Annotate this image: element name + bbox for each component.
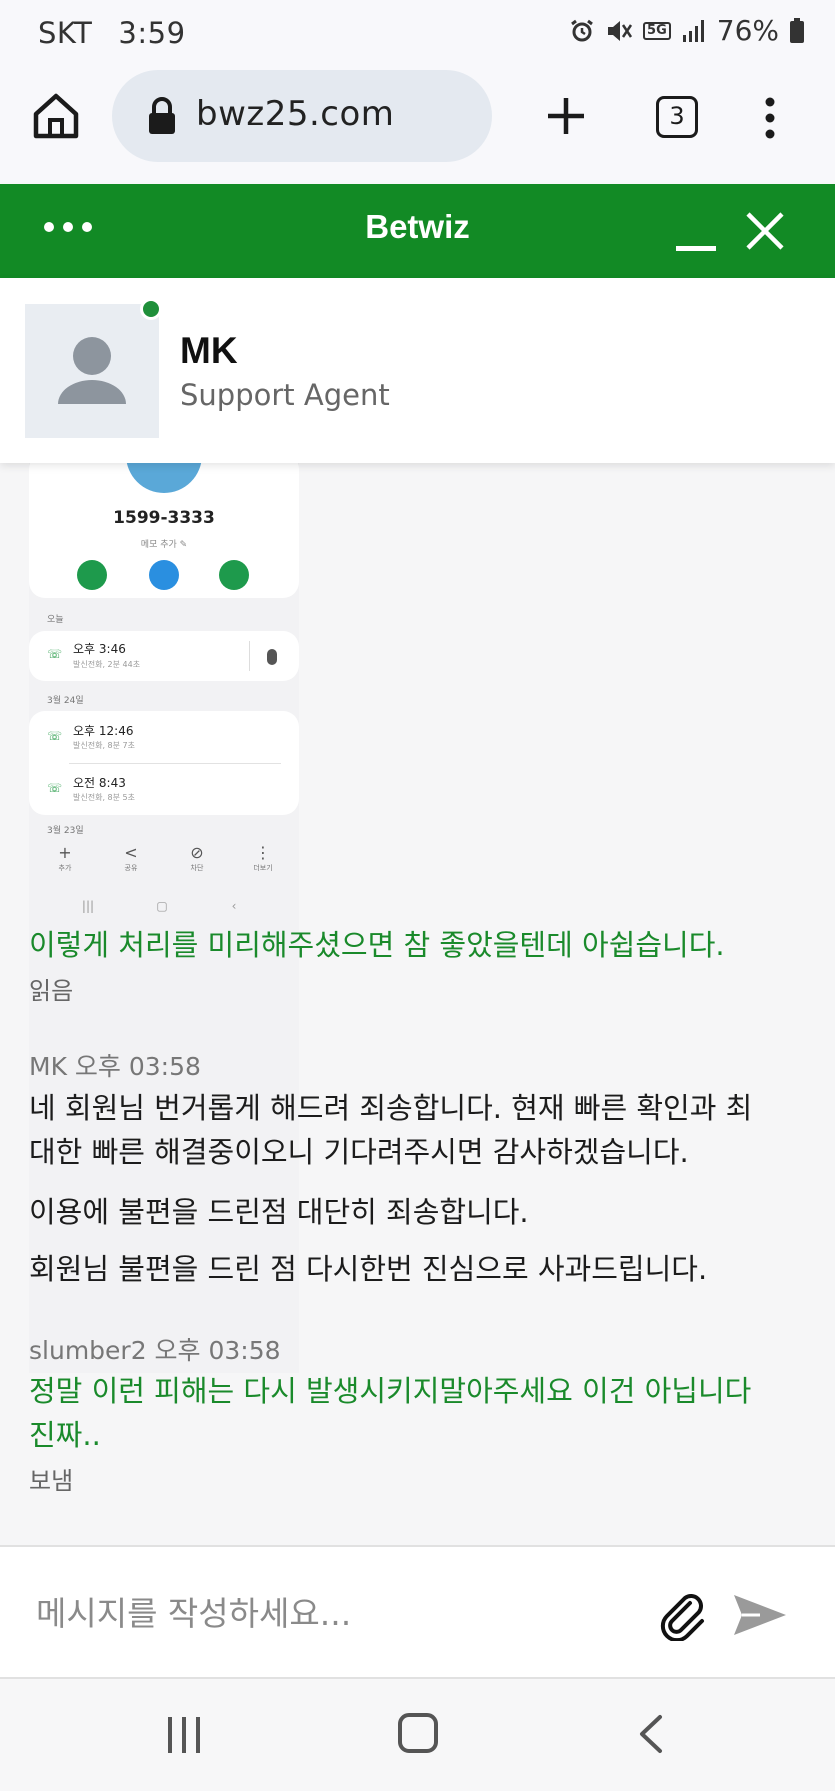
- add-label: 추가: [58, 864, 72, 872]
- home-icon[interactable]: [30, 90, 82, 142]
- alarm-icon: [571, 19, 593, 41]
- screenshot-nav-bar: ||| ▢ ‹: [29, 899, 299, 919]
- plus-icon: +: [58, 843, 72, 862]
- close-icon[interactable]: [744, 210, 786, 252]
- user-message-text: 이렇게 처리를 미리해주셨으면 참 좋았을텐데 아쉽습니다.: [29, 928, 725, 962]
- agent-message-text: 회원님 불편을 드린 점 다시한번 진심으로 사과드립니다.: [29, 1252, 708, 1286]
- network-icon: 5G: [643, 21, 671, 40]
- call-section-label: 오늘: [47, 615, 64, 625]
- agent-message-text: 네 회원님 번거롭게 해드려 죄송합니다. 현재 빠른 확인과 최: [29, 1091, 753, 1125]
- message-composer: [0, 1545, 835, 1679]
- block-icon: ⊘: [190, 843, 204, 862]
- url-text: bwz25.com: [196, 94, 395, 134]
- send-icon[interactable]: [730, 1589, 790, 1641]
- message-sender-time: MK 오후 03:58: [29, 1052, 201, 1081]
- call-section-label: 3월 24일: [47, 696, 84, 706]
- more-label: 더보기: [253, 864, 273, 872]
- share-icon: <: [124, 843, 138, 862]
- tab-switcher-button[interactable]: 3: [656, 96, 698, 138]
- share-tool: < 공유: [101, 843, 161, 873]
- read-status: 읽음: [29, 977, 74, 1005]
- system-navigation-bar: [0, 1679, 835, 1791]
- agent-card: MK Support Agent: [0, 278, 835, 463]
- call-icon: ☏: [47, 781, 63, 795]
- call-icon: ☏: [47, 729, 63, 743]
- message-sender-time: slumber2 오후 03:58: [29, 1336, 281, 1365]
- message-input[interactable]: [36, 1585, 616, 1641]
- browser-toolbar: bwz25.com 3: [0, 62, 835, 182]
- lock-icon: [149, 97, 175, 134]
- call-log-group: ☏ 오후 12:46 발신전화, 8분 7초 ☏ 오전 8:43 발신전화, 8…: [29, 711, 299, 815]
- back-icon: ‹: [231, 899, 237, 913]
- more-icon: ⋮: [255, 843, 271, 862]
- message-action-icon: [149, 560, 179, 590]
- user-icon: [58, 337, 126, 404]
- block-label: 차단: [190, 864, 204, 872]
- contact-number: 1599-3333: [113, 508, 215, 528]
- contact-toolbar: + 추가 < 공유 ⊘ 차단 ⋮ 더보기: [29, 843, 299, 883]
- attached-screenshot-image[interactable]: 1599-3333 메모 추가 ✎ 오늘 ☏ 오후 3:46 발신전화, 2분 …: [29, 463, 299, 1373]
- agent-message-text: 대한 빠른 해결중이오니 기다려주시면 감사하겠습니다.: [29, 1135, 689, 1169]
- signal-icon: [682, 19, 704, 42]
- avatar: [25, 304, 159, 438]
- address-bar[interactable]: bwz25.com: [112, 70, 492, 162]
- more-tool: ⋮ 더보기: [233, 843, 293, 873]
- status-bar: SKT 3:59 5G 76%: [0, 0, 835, 62]
- call-time: 오후 3:46: [73, 642, 126, 656]
- home-icon: ▢: [156, 899, 168, 913]
- recent-apps-icon[interactable]: [166, 1715, 202, 1755]
- mic-icon: [267, 649, 277, 665]
- divider: [249, 641, 250, 671]
- battery-label: 76%: [716, 14, 779, 47]
- back-icon[interactable]: [636, 1713, 666, 1755]
- minimize-icon[interactable]: [676, 222, 716, 252]
- video-action-icon: [219, 560, 249, 590]
- contact-avatar: [126, 463, 202, 493]
- call-action-icon: [77, 560, 107, 590]
- more-menu-icon[interactable]: [760, 96, 780, 140]
- new-tab-icon[interactable]: [544, 94, 588, 138]
- status-time: 3:59: [118, 16, 186, 50]
- chat-header: Betwiz: [0, 184, 835, 278]
- user-message-text: 정말 이런 피해는 다시 발생시키지말아주세요 이건 아닙니다: [29, 1374, 752, 1408]
- message-list[interactable]: 1599-3333 메모 추가 ✎ 오늘 ☏ 오후 3:46 발신전화, 2분 …: [0, 463, 835, 1545]
- home-button-icon[interactable]: [398, 1713, 438, 1753]
- call-time: 오후 12:46: [73, 724, 134, 738]
- contact-memo: 메모 추가 ✎: [140, 540, 188, 550]
- call-detail: 발신전화, 8분 5초: [73, 793, 135, 802]
- agent-message-text: 이용에 불편을 드린점 대단히 죄송합니다.: [29, 1195, 529, 1229]
- call-detail: 발신전화, 8분 7초: [73, 741, 135, 750]
- agent-name: MK: [180, 330, 238, 371]
- call-icon: ☏: [47, 647, 63, 661]
- status-left: SKT 3:59: [38, 16, 212, 50]
- recent-apps-icon: |||: [81, 899, 95, 913]
- status-icons: 5G 76%: [569, 14, 805, 47]
- sent-status: 보냄: [29, 1467, 74, 1495]
- divider: [69, 763, 281, 764]
- share-label: 공유: [124, 864, 138, 872]
- call-section-label: 3월 23일: [47, 826, 84, 836]
- carrier-label: SKT: [38, 16, 93, 50]
- add-tool: + 추가: [35, 843, 95, 873]
- call-time: 오전 8:43: [73, 776, 126, 790]
- contact-card: 1599-3333 메모 추가 ✎: [29, 463, 299, 598]
- agent-role: Support Agent: [180, 378, 390, 412]
- paperclip-icon[interactable]: [656, 1589, 708, 1641]
- battery-icon: [790, 17, 804, 43]
- mute-icon: [608, 20, 633, 41]
- call-detail: 발신전화, 2분 44초: [73, 660, 141, 669]
- block-tool: ⊘ 차단: [167, 843, 227, 873]
- call-log-row: ☏ 오후 3:46 발신전화, 2분 44초: [29, 631, 299, 681]
- user-message-text: 진짜..: [29, 1418, 101, 1452]
- online-status-indicator: [140, 298, 162, 320]
